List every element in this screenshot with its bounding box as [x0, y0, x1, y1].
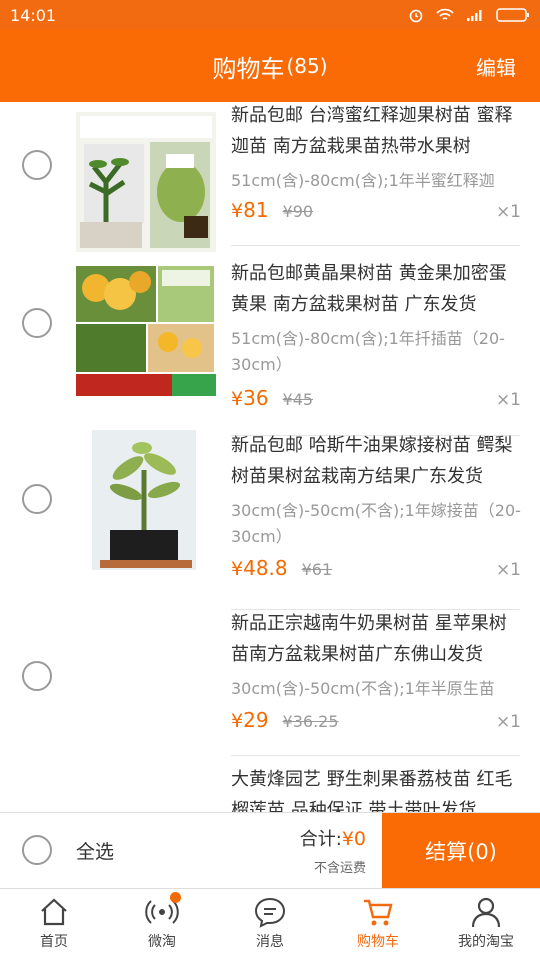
status-time: 14:01 — [10, 5, 57, 25]
product-thumbnail[interactable] — [76, 430, 216, 570]
original-price: ¥36.25 — [282, 712, 339, 731]
product-name[interactable]: 新品包邮 哈斯牛油果嫁接树苗 鳄梨树苗果树盆栽南方结果广东发货 — [231, 430, 521, 492]
product-sku: 30cm(含)-50cm(不含);1年嫁接苗（20-30cm） — [231, 501, 521, 546]
item-select-radio[interactable] — [22, 150, 52, 180]
cart-icon — [364, 899, 393, 926]
tab-weitao[interactable]: 微淘 — [108, 889, 216, 960]
battery-icon — [496, 8, 529, 22]
cart-item[interactable]: 大黄烽园艺 野生刺果番荔枝苗 红毛榴莲苗 品种保证 带土带叶发货 — [0, 762, 540, 812]
tab-bar: 首页 微淘 消息 购物车 我的淘宝 — [0, 888, 540, 960]
product-quantity: ×1 — [495, 712, 521, 732]
product-quantity: ×1 — [495, 202, 521, 222]
tab-home[interactable]: 首页 — [0, 889, 108, 960]
product-quantity: ×1 — [495, 390, 521, 410]
product-price: ¥36 — [231, 386, 269, 410]
wifi-icon — [436, 8, 454, 20]
item-select-radio[interactable] — [22, 484, 52, 514]
product-sku: 51cm(含)-80cm(含);1年扦插苗（20-30cm） — [231, 329, 505, 374]
product-name[interactable]: 新品包邮 台湾蜜红释迦果树苗 蜜释迦苗 南方盆栽果苗热带水果树 — [231, 102, 521, 162]
product-price: ¥81 — [231, 198, 269, 222]
tab-my-taobao[interactable]: 我的淘宝 — [432, 889, 540, 960]
total-price: 合计:¥0 — [299, 828, 366, 850]
product-name[interactable]: 大黄烽园艺 野生刺果番荔枝苗 红毛榴莲苗 品种保证 带土带叶发货 — [231, 764, 521, 812]
cart-item[interactable]: 新品正宗越南牛奶果树苗 星苹果树苗南方盆栽果树苗广东佛山发货 30cm(含)-5… — [0, 604, 540, 780]
user-icon — [471, 897, 501, 928]
home-icon — [41, 898, 67, 926]
status-bar: 14:01 — [0, 0, 540, 30]
product-name[interactable]: 新品正宗越南牛奶果树苗 星苹果树苗南方盆栽果树苗广东佛山发货 — [231, 608, 521, 670]
product-price: ¥29 — [231, 708, 269, 732]
cart-count: (85) — [286, 54, 328, 78]
product-sku: 30cm(含)-50cm(不含);1年半原生苗 — [231, 679, 495, 698]
product-name[interactable]: 新品包邮黄晶果树苗 黄金果加密蛋黄果 南方盆栽果树苗 广东发货 — [231, 258, 521, 320]
original-price: ¥45 — [282, 390, 314, 409]
shipping-note: 不含运费 — [313, 861, 366, 876]
product-thumbnail[interactable] — [76, 258, 216, 398]
original-price: ¥61 — [301, 560, 333, 579]
header: 购物车 (85) 编辑 — [0, 30, 540, 102]
item-divider — [231, 755, 520, 756]
select-all-radio[interactable] — [22, 835, 52, 865]
edit-button[interactable]: 编辑 — [476, 30, 516, 102]
item-select-radio[interactable] — [22, 661, 52, 691]
tab-cart[interactable]: 购物车 — [324, 889, 432, 960]
checkout-button[interactable]: 结算(0) — [382, 813, 540, 888]
alarm-icon — [409, 9, 423, 23]
checkout-bar: 全选 合计:¥0 不含运费 结算(0) — [0, 812, 540, 888]
original-price: ¥90 — [282, 202, 314, 221]
signal-icon — [467, 10, 482, 21]
cart-list: 新品包邮 台湾蜜红释迦果树苗 蜜释迦苗 南方盆栽果苗热带水果树 51cm(含)-… — [0, 102, 540, 812]
product-sku: 51cm(含)-80cm(含);1年半蜜红释迦 — [231, 171, 495, 190]
cart-item[interactable]: 新品包邮黄晶果树苗 黄金果加密蛋黄果 南方盆栽果树苗 广东发货 51cm(含)-… — [0, 248, 540, 436]
product-quantity: ×1 — [495, 560, 521, 580]
cart-item[interactable]: 新品包邮 哈斯牛油果嫁接树苗 鳄梨树苗果树盆栽南方结果广东发货 30cm(含)-… — [0, 426, 540, 610]
select-all-label[interactable]: 全选 — [76, 837, 114, 864]
product-price: ¥48.8 — [231, 556, 288, 580]
product-thumbnail[interactable] — [76, 112, 216, 252]
page-title: 购物车 (85) — [212, 54, 328, 83]
notification-dot — [170, 892, 181, 903]
message-icon — [254, 897, 286, 928]
item-divider — [231, 245, 520, 246]
tab-messages[interactable]: 消息 — [216, 889, 324, 960]
item-select-radio[interactable] — [22, 308, 52, 338]
